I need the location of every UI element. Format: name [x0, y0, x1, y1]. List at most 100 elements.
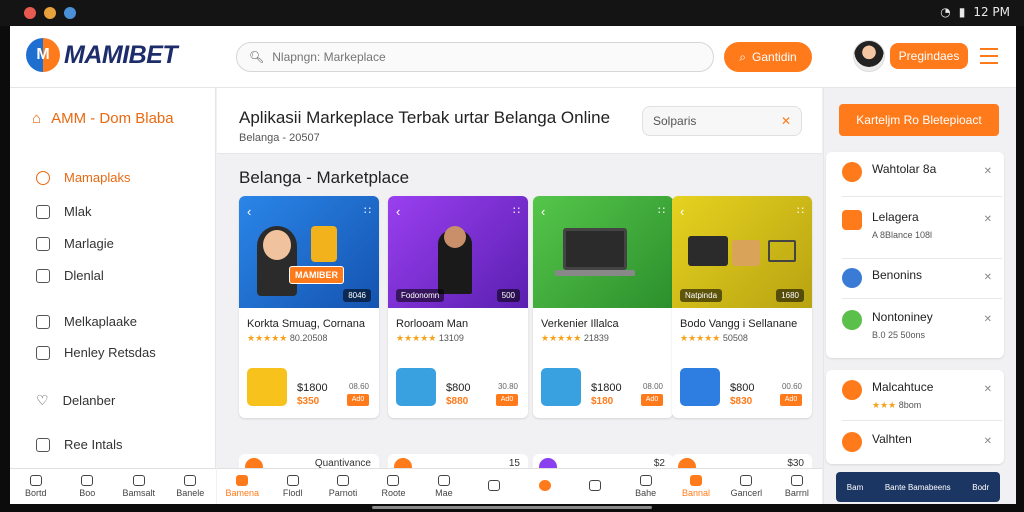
logo[interactable]: M MAMIBET: [26, 38, 178, 72]
cta-button[interactable]: Karteljm Ro Bletepioact: [839, 104, 999, 136]
product-mini-value: 00.60: [781, 382, 802, 391]
grid-icon: [36, 170, 50, 185]
close-icon[interactable]: ✕: [781, 114, 791, 128]
close-icon[interactable]: ✕: [984, 436, 992, 447]
product-mini-value: 08.00: [642, 382, 663, 391]
product-image: ‹ ∷ Natpinda 1680: [672, 196, 812, 308]
right-list-item[interactable]: Benonins ✕: [842, 268, 992, 288]
avatar[interactable]: [853, 40, 885, 72]
chat-icon: [36, 437, 50, 452]
image-tag: 500: [496, 289, 520, 302]
chevron-left-icon[interactable]: ‹: [680, 204, 684, 219]
more-icon[interactable]: ∷: [364, 204, 371, 217]
add-to-cart-button[interactable]: Ad0: [347, 394, 369, 406]
filter-field[interactable]: Solparis ✕: [642, 106, 802, 136]
close-icon[interactable]: ✕: [984, 314, 992, 325]
home-icon: [29, 475, 42, 486]
nav-item[interactable]: Gancerl: [721, 469, 771, 504]
right-list-item[interactable]: Lelagera A 8Blance 108l ✕: [842, 210, 992, 240]
sidebar-item-mamaplaks[interactable]: Mamaplaks: [36, 170, 130, 185]
profile-button[interactable]: Pregindaes: [890, 43, 968, 69]
card-icon: [387, 475, 400, 486]
trophy-icon: [311, 226, 337, 262]
close-dot[interactable]: [24, 7, 36, 19]
product-card[interactable]: ‹ ∷ Fodonomn 500 Rorlooam Man ★★★★★ 1310…: [388, 196, 528, 418]
page-subtitle: Belanga - 20507: [239, 132, 320, 144]
nav-item[interactable]: Parnoti: [318, 469, 368, 504]
user-icon: [184, 475, 197, 486]
sidebar-item-marlagie[interactable]: Marlagie: [36, 236, 114, 251]
product-card[interactable]: ‹ ∷ Verkenier Illalca ★★★★★ 21839 $1800 …: [533, 196, 673, 418]
right-bottom-item[interactable]: Bante Bamabeens: [885, 483, 951, 492]
nav-item[interactable]: Bamena: [217, 469, 267, 504]
add-to-cart-button[interactable]: Ad0: [496, 394, 518, 406]
sidebar-item-melkaplaake[interactable]: Melkaplaake: [36, 314, 137, 329]
hamburger-menu-icon[interactable]: [980, 48, 998, 64]
nav-item[interactable]: [469, 469, 519, 504]
minimize-dot[interactable]: [44, 7, 56, 19]
search-input[interactable]: [272, 50, 673, 64]
nav-item[interactable]: Mae: [419, 469, 469, 504]
product-price: $800: [446, 382, 471, 394]
chevron-left-icon[interactable]: ‹: [247, 204, 251, 219]
nav-profile[interactable]: Banele: [165, 469, 217, 504]
nav-clock[interactable]: Bamsalt: [113, 469, 165, 504]
nav-item[interactable]: [570, 469, 620, 504]
sidebar-item-label: Henley Retsdas: [64, 345, 156, 360]
home-indicator[interactable]: [372, 506, 652, 509]
close-icon[interactable]: ✕: [984, 384, 992, 395]
sidebar-item-mlak[interactable]: Mlak: [36, 204, 91, 219]
right-bottom-item[interactable]: Bodr: [972, 483, 989, 492]
product-name: Verkenier Illalca: [541, 318, 619, 330]
close-icon[interactable]: ✕: [984, 166, 992, 177]
product-card[interactable]: ‹ ∷ MAMIBER 8046 Korkta Smuag, Cornana ★…: [239, 196, 379, 418]
search-button[interactable]: ⌕ Gantidin: [724, 42, 812, 72]
nav-item[interactable]: Bannal: [671, 469, 721, 504]
filter-icon: [437, 475, 450, 486]
home-icon: ⌂: [32, 110, 42, 127]
search-bar[interactable]: 🔍︎: [236, 42, 714, 72]
sidebar-item-henley-retsdas[interactable]: Henley Retsdas: [36, 345, 156, 360]
close-icon[interactable]: ✕: [984, 272, 992, 283]
product-sale-price: $180: [591, 396, 614, 407]
product-image: ‹ ∷ MAMIBER 8046: [239, 196, 379, 308]
right-bottom-item[interactable]: Bam: [847, 483, 863, 492]
nav-home[interactable]: Bortd: [10, 469, 62, 504]
nav-item[interactable]: Roote: [368, 469, 418, 504]
section-title: Belanga - Marketplace: [239, 168, 410, 187]
maximize-dot[interactable]: [64, 7, 76, 19]
product-meta: ★★★★★ 21839: [541, 333, 609, 343]
nav-box[interactable]: Boo: [62, 469, 114, 504]
add-to-cart-button[interactable]: Ad0: [641, 394, 663, 406]
nav-item[interactable]: Barrnl: [772, 469, 822, 504]
more-icon[interactable]: ∷: [513, 204, 520, 217]
product-price: $1800: [591, 382, 622, 394]
sidebar-item-label: Marlagie: [64, 236, 114, 251]
sidebar-item-delanber[interactable]: ♡ Delanber: [36, 392, 115, 409]
right-list-item[interactable]: Nontoniney B.0 25 50ons ✕: [842, 310, 992, 340]
orange-dot-icon: [538, 480, 551, 491]
right-list-item[interactable]: Wahtolar 8a ✕: [842, 162, 992, 182]
chevron-left-icon[interactable]: ‹: [396, 204, 400, 219]
status-bar: ◔ ▮ 12 PM: [0, 0, 1024, 26]
clock: 12 PM: [973, 5, 1010, 19]
more-icon[interactable]: ∷: [797, 204, 804, 217]
product-card[interactable]: ‹ ∷ Natpinda 1680 Bodo Vangg i Sellanane…: [672, 196, 812, 418]
more-icon[interactable]: ∷: [658, 204, 665, 217]
sidebar-item-ree-intals[interactable]: Ree Intals: [36, 437, 123, 452]
right-list-item[interactable]: Valhten ✕: [842, 432, 992, 452]
chevron-left-icon[interactable]: ‹: [541, 204, 545, 219]
add-to-cart-button[interactable]: Ad0: [780, 394, 802, 406]
nav-item[interactable]: [520, 469, 570, 504]
right-list-item[interactable]: Malcahtuce ★★★ 8bom ✕: [842, 380, 992, 411]
close-icon[interactable]: ✕: [984, 214, 992, 225]
nav-item[interactable]: Flodl: [267, 469, 317, 504]
right-panel: Karteljm Ro Bletepioact Wahtolar 8a ✕ Le…: [823, 88, 1016, 504]
sidebar-title: ⌂ AMM - Dom Blaba: [32, 110, 174, 127]
product-mini-value: 30.80: [497, 382, 518, 391]
circle-icon: [488, 480, 501, 491]
nav-item[interactable]: Bahe: [620, 469, 670, 504]
product-name: Rorlooam Man: [396, 318, 469, 330]
sidebar-item-dlenlal[interactable]: Dlenlal: [36, 268, 104, 283]
sidebar-item-label: Dlenlal: [64, 268, 104, 283]
